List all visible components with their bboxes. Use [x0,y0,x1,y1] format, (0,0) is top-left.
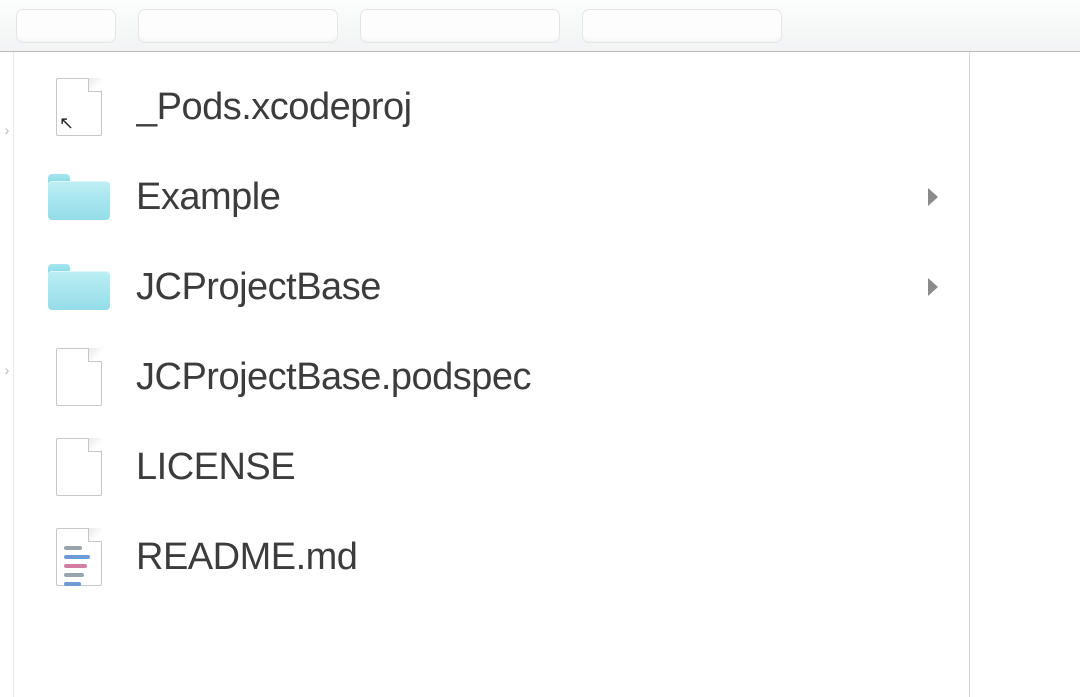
left-gutter: › › [0,52,14,697]
file-name-label: _Pods.xcodeproj [136,86,945,129]
file-icon [44,432,114,502]
file-icon [44,342,114,412]
chevron-right-icon [921,186,945,208]
list-item[interactable]: LICENSE [14,422,969,512]
file-name-label: JCProjectBase.podspec [136,356,945,399]
toolbar-button-group[interactable] [16,9,116,43]
list-item[interactable]: Example [14,152,969,242]
file-name-label: JCProjectBase [136,266,921,309]
file-column: ↗ _Pods.xcodeproj Example JCProjectBase [14,52,970,697]
file-name-label: LICENSE [136,446,945,489]
file-alias-icon: ↗ [44,72,114,142]
column-view: › › ↗ _Pods.xcodeproj Example [0,52,1080,697]
toolbar-button-group[interactable] [360,9,560,43]
gutter-marker: › [0,122,14,212]
list-item[interactable]: ↗ _Pods.xcodeproj [14,62,969,152]
toolbar [0,0,1080,52]
folder-icon [44,252,114,322]
list-item[interactable]: JCProjectBase [14,242,969,332]
gutter-marker: › [0,212,14,392]
toolbar-button-group[interactable] [582,9,782,43]
folder-icon [44,162,114,232]
file-text-icon [44,522,114,592]
file-list: ↗ _Pods.xcodeproj Example JCProjectBase [14,52,969,602]
empty-column [970,52,1080,697]
file-name-label: Example [136,176,921,219]
list-item[interactable]: README.md [14,512,969,602]
chevron-right-icon [921,276,945,298]
list-item[interactable]: JCProjectBase.podspec [14,332,969,422]
file-name-label: README.md [136,536,945,579]
toolbar-button-group[interactable] [138,9,338,43]
